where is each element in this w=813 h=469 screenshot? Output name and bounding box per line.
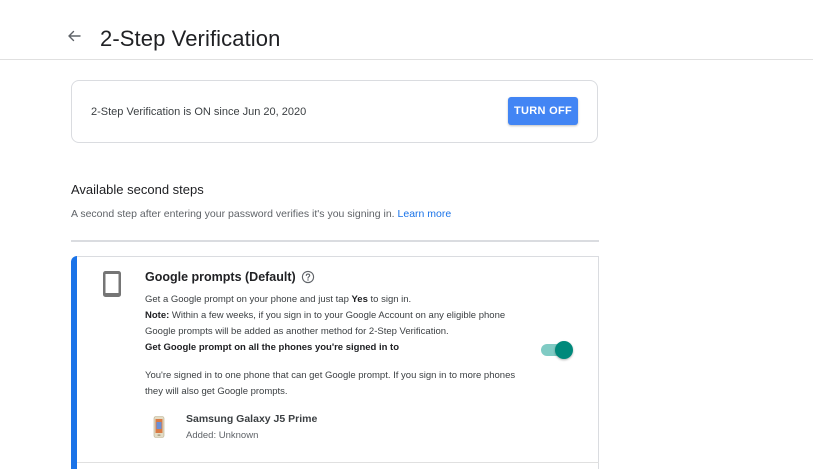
- device-name: Samsung Galaxy J5 Prime: [186, 413, 318, 425]
- note-line-1: Note: Within a few weeks, if you sign in…: [145, 310, 505, 321]
- note-label: Note:: [145, 310, 170, 321]
- help-icon[interactable]: [301, 270, 315, 289]
- status-card: 2-Step Verification is ON since Jun 20, …: [71, 80, 598, 143]
- page-title: 2-Step Verification: [100, 26, 281, 51]
- header: 2-Step Verification: [0, 0, 813, 60]
- turn-off-button[interactable]: TURN OFF: [508, 97, 578, 125]
- section-divider: [71, 240, 599, 242]
- phone-icon: [101, 270, 123, 303]
- all-phones-toggle[interactable]: [541, 341, 573, 359]
- toggle-knob: [555, 341, 573, 359]
- card-bottom-divider: [77, 462, 599, 463]
- section-description: A second step after entering your passwo…: [71, 208, 451, 220]
- info-line-1: You're signed in to one phone that can g…: [145, 370, 516, 381]
- note-text-1: Within a few weeks, if you sign in to yo…: [169, 310, 506, 321]
- instruction-pre: Get a Google prompt on your phone and ju…: [145, 294, 352, 305]
- prompt-instruction: Get a Google prompt on your phone and ju…: [145, 294, 411, 305]
- device-thumbnail: [153, 416, 165, 443]
- device-added: Added: Unknown: [186, 430, 259, 441]
- note-line-2: Google prompts will be added as another …: [145, 326, 449, 337]
- google-prompts-title: Google prompts (Default): [145, 270, 296, 284]
- instruction-post: to sign in.: [367, 294, 412, 305]
- toggle-label-text: Get Google prompt on all the phones you'…: [145, 342, 400, 353]
- info-line-2: they will also get Google prompts.: [145, 386, 288, 397]
- google-prompts-card: [71, 256, 599, 469]
- learn-more-link[interactable]: Learn more: [398, 208, 452, 220]
- toggle-label: Get Google prompt on all the phones you'…: [145, 342, 399, 353]
- section-title: Available second steps: [71, 182, 204, 197]
- status-text: 2-Step Verification is ON since Jun 20, …: [91, 106, 307, 118]
- arrow-back-icon: [68, 30, 81, 42]
- back-button[interactable]: [66, 28, 86, 48]
- card-accent-bar: [71, 256, 77, 469]
- page: 2-Step Verification 2-Step Verification …: [0, 0, 813, 469]
- section-description-text: A second step after entering your passwo…: [71, 208, 395, 220]
- instruction-yes: Yes: [351, 294, 368, 305]
